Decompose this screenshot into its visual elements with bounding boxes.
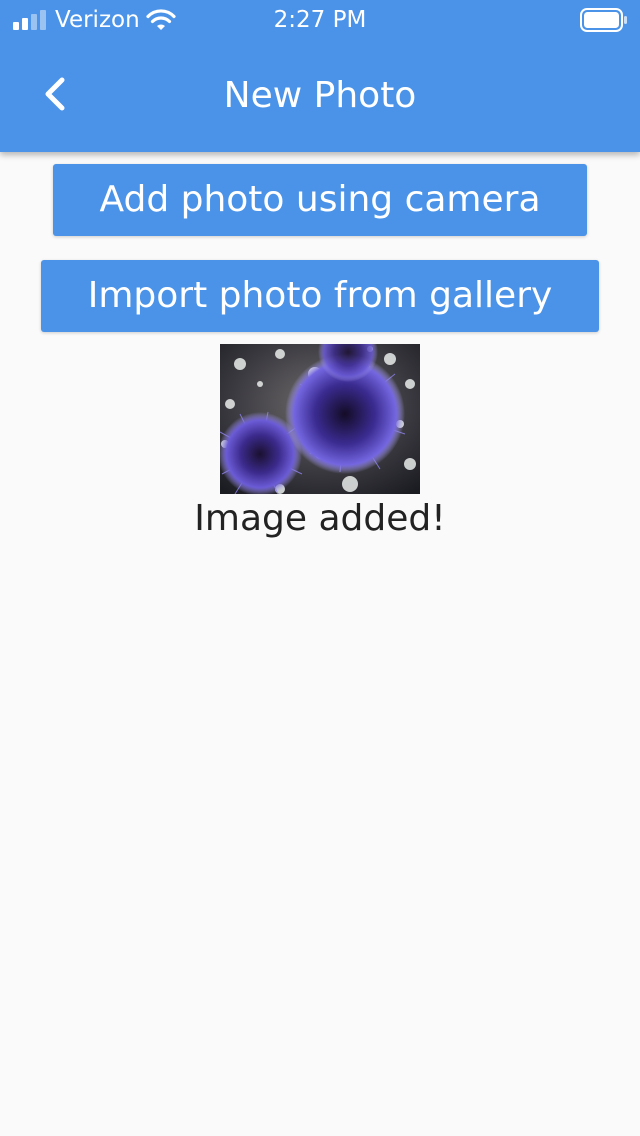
- battery-icon: [580, 8, 627, 32]
- photo-thumbnail: [220, 344, 420, 494]
- chevron-left-icon: [45, 77, 65, 111]
- app-bar: Verizon 2:27 PM New Photo: [0, 0, 640, 152]
- navigation-row: New Photo: [0, 40, 640, 152]
- back-button[interactable]: [24, 62, 88, 126]
- clock-time: 2:27 PM: [273, 7, 367, 33]
- status-bar: Verizon 2:27 PM: [0, 0, 640, 40]
- add-photo-camera-button[interactable]: Add photo using camera: [53, 164, 587, 236]
- status-message: Image added!: [194, 498, 446, 539]
- new-photo-screen: Verizon 2:27 PM New Photo Add photo usin…: [0, 0, 640, 1136]
- page-title: New Photo: [223, 75, 417, 116]
- import-photo-gallery-button[interactable]: Import photo from gallery: [41, 260, 599, 332]
- sea-urchin-image: [220, 344, 420, 494]
